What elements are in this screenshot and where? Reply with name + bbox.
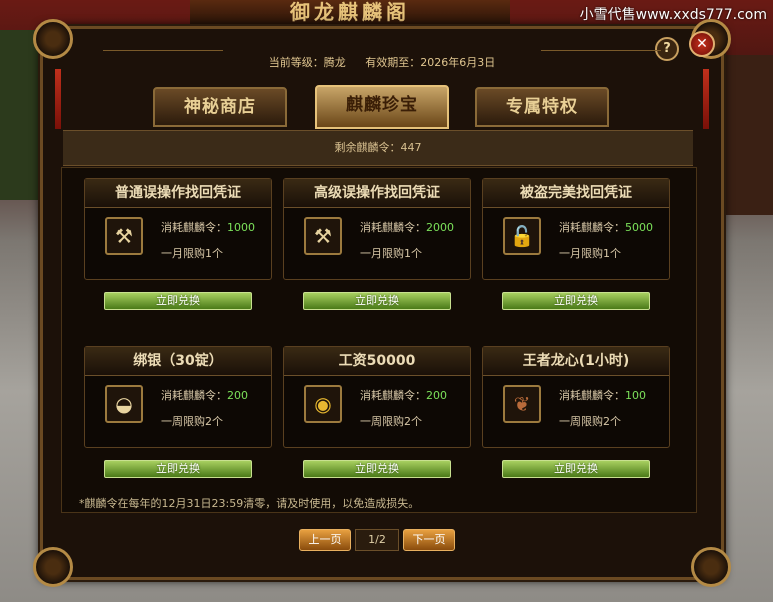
- token-balance: 剩余麒麟令：447: [63, 130, 693, 166]
- tab-qilin-treasure[interactable]: 麒麟珍宝: [315, 85, 449, 129]
- item-cost: 消耗麒麟令：200: [360, 389, 447, 402]
- expiry-date-text: 有效期至：2026年6月3日: [365, 56, 496, 69]
- gold-coins-icon[interactable]: ◉: [304, 385, 342, 423]
- game-title-banner: 御龙麒麟阁: [190, 0, 510, 26]
- item-title: 被盗完美找回凭证: [483, 179, 669, 208]
- item-card: 普通误操作找回凭证 ⚒ 消耗麒麟令：1000 一月限购1个: [84, 178, 272, 280]
- cost-value: 200: [426, 389, 447, 402]
- membership-info: 当前等级：腾龙 有效期至：2026年6月3日: [43, 54, 721, 70]
- redeem-button[interactable]: 立即兑换: [104, 292, 252, 310]
- current-level-text: 当前等级：腾龙: [268, 56, 346, 69]
- lock-icon[interactable]: 🔓: [503, 217, 541, 255]
- item-title: 王者龙心(1小时): [483, 347, 669, 376]
- cost-value: 2000: [426, 221, 454, 234]
- tassel-left: [55, 69, 61, 129]
- purchase-limit: 一周限购2个: [559, 415, 621, 428]
- expiry-note: *麒麟令在每年的12月31日23:59清零，请及时使用，以免造成损失。: [79, 497, 420, 510]
- item-title: 高级误操作找回凭证: [284, 179, 470, 208]
- wrench-icon[interactable]: ⚒: [304, 217, 342, 255]
- prev-page-button[interactable]: 上一页: [299, 529, 351, 551]
- tassel-right: [703, 69, 709, 129]
- redeem-button[interactable]: 立即兑换: [303, 292, 451, 310]
- page-indicator: 1/2: [355, 529, 399, 551]
- item-card: 王者龙心(1小时) ❦ 消耗麒麟令：100 一周限购2个: [482, 346, 670, 448]
- item-cost: 消耗麒麟令：200: [161, 389, 248, 402]
- exchange-panel: 普通误操作找回凭证 ⚒ 消耗麒麟令：1000 一月限购1个 立即兑换 高级误操作…: [61, 167, 697, 513]
- corner-ornament-icon: [33, 19, 73, 59]
- item-card: 被盗完美找回凭证 🔓 消耗麒麟令：5000 一月限购1个: [482, 178, 670, 280]
- cost-value: 100: [625, 389, 646, 402]
- background-scenery-right: [717, 55, 773, 215]
- item-title: 普通误操作找回凭证: [85, 179, 271, 208]
- redeem-button[interactable]: 立即兑换: [303, 460, 451, 478]
- item-title: 绑银（30锭）: [85, 347, 271, 376]
- corner-ornament-icon: [33, 547, 73, 587]
- purchase-limit: 一月限购1个: [161, 247, 223, 260]
- purchase-limit: 一周限购2个: [161, 415, 223, 428]
- cost-value: 5000: [625, 221, 653, 234]
- purchase-limit: 一周限购2个: [360, 415, 422, 428]
- corner-ornament-icon: [691, 547, 731, 587]
- item-card: 绑银（30锭） ◒ 消耗麒麟令：200 一周限购2个: [84, 346, 272, 448]
- cost-value: 200: [227, 389, 248, 402]
- silver-ingot-icon[interactable]: ◒: [105, 385, 143, 423]
- cost-value: 1000: [227, 221, 255, 234]
- redeem-button[interactable]: 立即兑换: [104, 460, 252, 478]
- item-cost: 消耗麒麟令：2000: [360, 221, 454, 234]
- wrench-icon[interactable]: ⚒: [105, 217, 143, 255]
- item-title: 工资50000: [284, 347, 470, 376]
- item-cost: 消耗麒麟令：100: [559, 389, 646, 402]
- tab-exclusive-privilege[interactable]: 专属特权: [475, 87, 609, 127]
- item-card: 工资50000 ◉ 消耗麒麟令：200 一周限购2个: [283, 346, 471, 448]
- purchase-limit: 一月限购1个: [559, 247, 621, 260]
- watermark-text: 小雪代售www.xxds777.com: [579, 7, 767, 23]
- item-cost: 消耗麒麟令：1000: [161, 221, 255, 234]
- tab-bar: 神秘商店 麒麟珍宝 专属特权: [153, 85, 613, 129]
- next-page-button[interactable]: 下一页: [403, 529, 455, 551]
- tab-mystery-shop[interactable]: 神秘商店: [153, 87, 287, 127]
- qilin-treasure-window: ? ✕ 当前等级：腾龙 有效期至：2026年6月3日 神秘商店 麒麟珍宝 专属特…: [33, 19, 731, 587]
- dragon-heart-icon[interactable]: ❦: [503, 385, 541, 423]
- item-card: 高级误操作找回凭证 ⚒ 消耗麒麟令：2000 一月限购1个: [283, 178, 471, 280]
- redeem-button[interactable]: 立即兑换: [502, 460, 650, 478]
- background-scenery-left: [0, 30, 40, 200]
- item-cost: 消耗麒麟令：5000: [559, 221, 653, 234]
- purchase-limit: 一月限购1个: [360, 247, 422, 260]
- game-title-text: 御龙麒麟阁: [290, 0, 410, 24]
- redeem-button[interactable]: 立即兑换: [502, 292, 650, 310]
